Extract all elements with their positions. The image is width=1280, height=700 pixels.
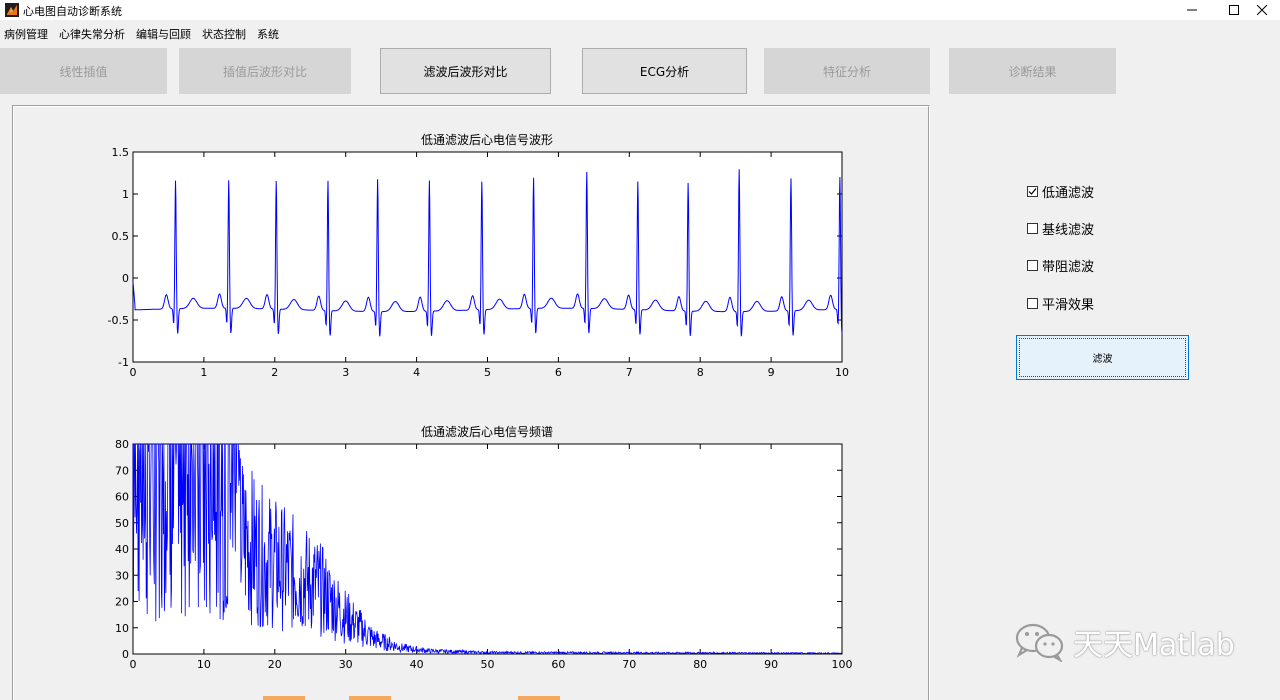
menu-status-control[interactable]: 状态控制 [202,26,246,42]
waveform-y-tick-label: -0.5 [108,314,129,327]
option-smoothing[interactable]: 平滑效果 [1027,294,1094,313]
spectrum-y-tick-label: 70 [115,464,129,477]
bandstop-checkbox[interactable] [1027,260,1038,271]
spectrum-x-tick-label: 10 [197,658,211,671]
spectrum-x-tick-label: 60 [551,658,565,671]
close-icon [1257,5,1267,15]
filter-button[interactable]: 滤波 [1016,335,1189,380]
waveform-x-tick-label: 5 [484,366,491,379]
spectrum-x-tick-label: 70 [622,658,636,671]
diagnosis-result-button[interactable]: 诊断结果 [949,48,1116,94]
baseline-checkbox[interactable] [1027,223,1038,234]
waveform-x-tick-label: 1 [200,366,207,379]
bottom-control-1[interactable] [263,696,305,700]
waveform-x-tick-label: 4 [413,366,420,379]
waveform-y-tick-label: 1.5 [112,146,130,159]
waveform-y-tick-label: -1 [118,356,129,369]
waveform-x-tick-label: 9 [768,366,775,379]
bottom-control-3[interactable] [518,696,560,700]
waveform-x-tick-label: 3 [342,366,349,379]
wechat-icon [1015,623,1064,662]
option-bandstop-filter[interactable]: 带阻滤波 [1027,256,1094,275]
ecg-analysis-button[interactable]: ECG分析 [582,48,747,94]
spectrum-y-tick-label: 50 [115,517,129,530]
close-button[interactable] [1240,0,1280,20]
waveform-x-tick-label: 2 [271,366,278,379]
spectrum-x-tick-label: 0 [130,658,137,671]
option-lowpass-filter[interactable]: 低通滤波 [1027,182,1094,201]
waveform-y-tick-label: 0 [122,272,129,285]
spectrum-y-tick-label: 20 [115,596,129,609]
menu-bar: 病例管理 心律失常分析 编辑与回顾 状态控制 系统 [0,22,1280,42]
maximize-icon [1229,5,1239,15]
spectrum-x-tick-label: 90 [764,658,778,671]
matlab-app-icon [5,3,19,17]
spectrum-y-tick-label: 60 [115,491,129,504]
spectrum-x-tick-label: 40 [410,658,424,671]
window-title: 心电图自动诊断系统 [23,5,122,18]
ecg-spectrum-chart: 0 10 20 30 40 50 60 70 80 90 100 0 10 20 30 40 50 60 70 80 [115,438,853,671]
spectrum-plot-area [132,443,843,655]
waveform-x-tick-label: 6 [555,366,562,379]
spectrum-x-tick-label: 20 [268,658,282,671]
title-bar: 心电图自动诊断系统 [0,0,1280,20]
minimize-icon [1187,9,1197,11]
waveform-x-tick-label: 10 [835,366,849,379]
check-icon [1028,188,1037,195]
spectrum-y-tick-label: 10 [115,622,129,635]
bottom-control-2[interactable] [349,696,391,700]
waveform-plot-area [132,151,843,363]
waveform-x-tick-label: 8 [697,366,704,379]
menu-system[interactable]: 系统 [257,26,279,42]
spectrum-x-tick-label: 80 [693,658,707,671]
linear-interpolation-button[interactable]: 线性插值 [0,48,167,94]
spectrum-y-tick-label: 80 [115,438,129,451]
menu-arrhythmia-analysis[interactable]: 心律失常分析 [59,26,125,42]
option-label: 低通滤波 [1042,186,1095,201]
spectrum-y-tick-label: 30 [115,569,129,582]
spectrum-x-tick-label: 30 [339,658,353,671]
filtered-compare-button[interactable]: 滤波后波形对比 [380,48,551,94]
smoothing-checkbox[interactable] [1027,298,1038,309]
spectrum-y-tick-label: 0 [122,648,129,661]
waveform-y-tick-label: 0.5 [112,230,130,243]
ecg-waveform-chart: 0 1 2 3 4 5 6 7 8 9 10 -1 -0.5 0 0.5 1 1.5 [108,146,849,379]
option-label: 基线滤波 [1042,223,1095,238]
menu-case-management[interactable]: 病例管理 [4,26,48,42]
feature-analysis-button[interactable]: 特征分析 [764,48,930,94]
interpolation-compare-button[interactable]: 插值后波形对比 [179,48,351,94]
spectrum-x-tick-label: 50 [481,658,495,671]
watermark-text: 天天Matlab [1073,628,1235,663]
option-label: 带阻滤波 [1042,260,1095,275]
option-label: 平滑效果 [1042,298,1095,313]
waveform-y-tick-label: 1 [122,188,129,201]
lowpass-checkbox[interactable] [1027,186,1038,197]
waveform-x-tick-label: 0 [130,366,137,379]
waveform-x-tick-label: 7 [626,366,633,379]
spectrum-x-tick-label: 100 [832,658,853,671]
menu-edit-review[interactable]: 编辑与回顾 [136,26,191,42]
option-baseline-filter[interactable]: 基线滤波 [1027,219,1094,238]
spectrum-y-tick-label: 40 [115,543,129,556]
minimize-button[interactable] [1170,0,1214,20]
watermark: 天天Matlab [1013,620,1235,664]
